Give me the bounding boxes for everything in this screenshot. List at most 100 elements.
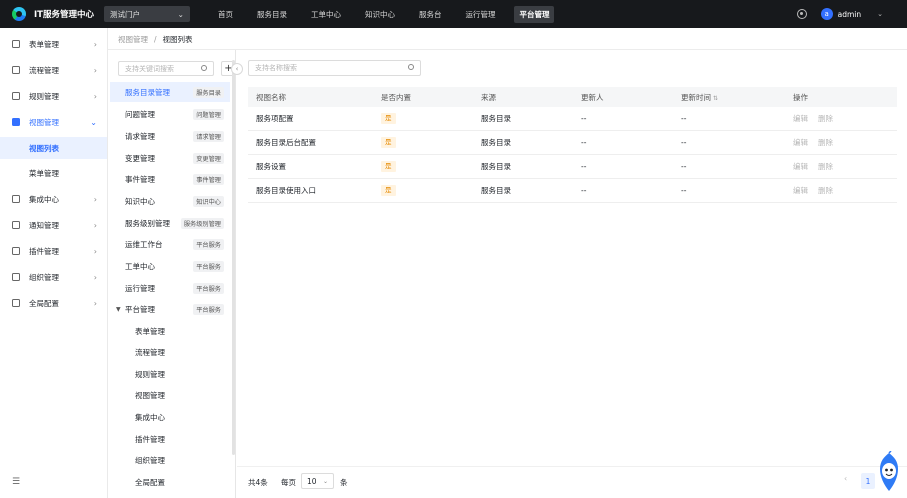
breadcrumb: 视图管理 / 视图列表 xyxy=(118,34,193,45)
caret-down-icon[interactable]: ▼ xyxy=(116,306,121,313)
delete-button[interactable]: 删除 xyxy=(818,138,833,147)
nav-item-platform-management[interactable]: 平台管理 xyxy=(514,5,555,23)
nav-item-service-desk[interactable]: 服务台 xyxy=(414,6,447,23)
tree-node[interactable]: 事件管理 事件管理 xyxy=(110,169,230,189)
breadcrumb-separator: / xyxy=(154,35,157,44)
tree-node[interactable]: ▼ 平台管理 平台服务 xyxy=(110,299,230,319)
tree-node-tag: 平台服务 xyxy=(193,239,224,250)
view-name: 服务项配置 xyxy=(256,114,294,123)
sidebar: 表单管理 › 流程管理 › 规则管理 › 视图管理 ⌄ 视图列表 菜单管理 集成… xyxy=(0,28,108,498)
tree-node-name: 工单中心 xyxy=(125,261,155,271)
tree-node[interactable]: 运行管理 平台服务 xyxy=(110,278,230,298)
tree-node[interactable]: 服务目录管理 服务目录 xyxy=(110,82,230,102)
sidebar-subitem-view-list[interactable]: 视图列表 xyxy=(0,137,107,159)
breadcrumb-parent[interactable]: 视图管理 xyxy=(118,35,148,44)
chevron-right-icon: › xyxy=(93,298,97,308)
builtin-badge: 是 xyxy=(381,185,396,196)
sidebar-item-notification[interactable]: 通知管理 › xyxy=(0,214,107,236)
tree-child-node[interactable]: 全局配置 xyxy=(110,472,230,492)
chevron-right-icon: › xyxy=(93,272,97,282)
sort-icon[interactable]: ⇅ xyxy=(713,95,718,102)
column-header-updated-time[interactable]: 更新时间 ⇅ xyxy=(681,92,718,103)
view-source: 服务目录 xyxy=(481,186,511,195)
sidebar-item-form[interactable]: 表单管理 › xyxy=(0,33,107,55)
sidebar-item-flow[interactable]: 流程管理 › xyxy=(0,59,107,81)
nav-item-service-catalog[interactable]: 服务目录 xyxy=(252,6,292,23)
sidebar-item-integration[interactable]: 集成中心 › xyxy=(0,188,107,210)
tree-node[interactable]: 服务级别管理 服务级别管理 xyxy=(110,213,230,233)
delete-button[interactable]: 删除 xyxy=(818,186,833,195)
nav-item-knowledge-center[interactable]: 知识中心 xyxy=(360,6,400,23)
tree-node[interactable]: 知识中心 知识中心 xyxy=(110,191,230,211)
tree-child-node[interactable]: 集成中心 xyxy=(110,407,230,427)
sidebar-item-rule[interactable]: 规则管理 › xyxy=(0,85,107,107)
tree-node[interactable]: 工单中心 平台服务 xyxy=(110,256,230,276)
column-header-builtin: 是否内置 xyxy=(381,92,411,102)
delete-button[interactable]: 删除 xyxy=(818,162,833,171)
sidebar-subitem-menu-management[interactable]: 菜单管理 xyxy=(0,162,107,184)
sidebar-item-label: 插件管理 xyxy=(29,246,59,256)
tree-node-tag: 变更管理 xyxy=(193,153,224,164)
rule-icon xyxy=(12,92,20,100)
view-updated-time: -- xyxy=(681,162,687,171)
view-updated-time: -- xyxy=(681,186,687,195)
chevron-down-icon: ⌄ xyxy=(90,117,97,127)
tree-node[interactable]: 运维工作台 平台服务 xyxy=(110,234,230,254)
tree-child-node[interactable]: 流程管理 xyxy=(110,342,230,362)
builtin-badge: 是 xyxy=(381,161,396,172)
sidebar-item-label: 表单管理 xyxy=(29,39,59,49)
tree-node[interactable]: 请求管理 请求管理 xyxy=(110,126,230,146)
tree-node[interactable]: 变更管理 变更管理 xyxy=(110,148,230,168)
assistant-mascot-icon[interactable] xyxy=(876,451,902,495)
builtin-badge: 是 xyxy=(381,137,396,148)
top-bar: IT服务管理中心 测试门户 ⌄ 首页 服务目录 工单中心 知识中心 服务台 运行… xyxy=(0,0,907,28)
app-title: IT服务管理中心 xyxy=(34,10,94,20)
tree-child-node[interactable]: 视图管理 xyxy=(110,385,230,405)
view-source: 服务目录 xyxy=(481,138,511,147)
username[interactable]: admin xyxy=(838,10,862,19)
chevron-down-icon[interactable]: ⌄ xyxy=(877,10,883,18)
tree-node-name: 服务目录管理 xyxy=(125,87,170,97)
tree-child-node[interactable]: 表单管理 xyxy=(110,321,230,341)
view-table: 视图名称 是否内置 来源 更新人 更新时间 ⇅ 操作 服务项配置 是 服务目录 -… xyxy=(248,87,897,203)
view-updater: -- xyxy=(581,162,587,171)
sidebar-collapse-icon[interactable]: ☰ xyxy=(12,477,20,487)
tree-search-input[interactable]: 支持关键词搜索 xyxy=(118,61,214,76)
column-header-updater: 更新人 xyxy=(581,92,604,102)
nav-item-home[interactable]: 首页 xyxy=(213,6,238,23)
nav-item-operations[interactable]: 运行管理 xyxy=(460,6,500,23)
top-nav: 首页 服务目录 工单中心 知识中心 服务台 运行管理 平台管理 xyxy=(213,0,569,28)
sidebar-item-organization[interactable]: 组织管理 › xyxy=(0,266,107,288)
sidebar-item-label: 视图管理 xyxy=(29,117,59,127)
page-size-select[interactable]: 10 ⌄ xyxy=(301,473,334,489)
edit-button[interactable]: 编辑 xyxy=(793,114,808,123)
tree-node[interactable]: 问题管理 问题管理 xyxy=(110,104,230,124)
name-search-input[interactable]: 支持名称搜索 xyxy=(248,60,421,76)
delete-button[interactable]: 删除 xyxy=(818,114,833,123)
table-row: 服务目录使用入口 是 服务目录 -- -- 编辑 删除 xyxy=(248,179,897,203)
sidebar-item-view[interactable]: 视图管理 ⌄ xyxy=(0,111,107,133)
edit-button[interactable]: 编辑 xyxy=(793,186,808,195)
table-row: 服务设置 是 服务目录 -- -- 编辑 删除 xyxy=(248,155,897,179)
chevron-right-icon: › xyxy=(93,65,97,75)
tree-node-name: 服务级别管理 xyxy=(125,218,170,228)
tree-child-node[interactable]: 插件管理 xyxy=(110,429,230,449)
gear-icon[interactable] xyxy=(796,9,807,19)
collapse-panel-button[interactable]: ‹ xyxy=(231,63,243,75)
tree-child-node[interactable]: 规则管理 xyxy=(110,364,230,384)
prev-page-button[interactable]: ‹ xyxy=(844,474,847,483)
tree-scrollbar[interactable] xyxy=(232,60,235,455)
avatar[interactable]: a xyxy=(820,8,833,20)
edit-button[interactable]: 编辑 xyxy=(793,138,808,147)
tree-child-node[interactable]: 组织管理 xyxy=(110,450,230,470)
tree-node-tag: 平台服务 xyxy=(193,304,224,315)
sidebar-item-global-config[interactable]: 全局配置 › xyxy=(0,292,107,314)
name-search-placeholder: 支持名称搜索 xyxy=(255,64,297,72)
edit-button[interactable]: 编辑 xyxy=(793,162,808,171)
nav-item-ticket-center[interactable]: 工单中心 xyxy=(306,6,346,23)
per-page-label: 每页 xyxy=(281,478,296,487)
sidebar-item-plugin[interactable]: 插件管理 › xyxy=(0,240,107,262)
tree-node-tag: 请求管理 xyxy=(193,131,224,142)
page-number-button[interactable]: 1 xyxy=(861,473,875,489)
portal-select[interactable]: 测试门户 ⌄ xyxy=(103,6,190,22)
